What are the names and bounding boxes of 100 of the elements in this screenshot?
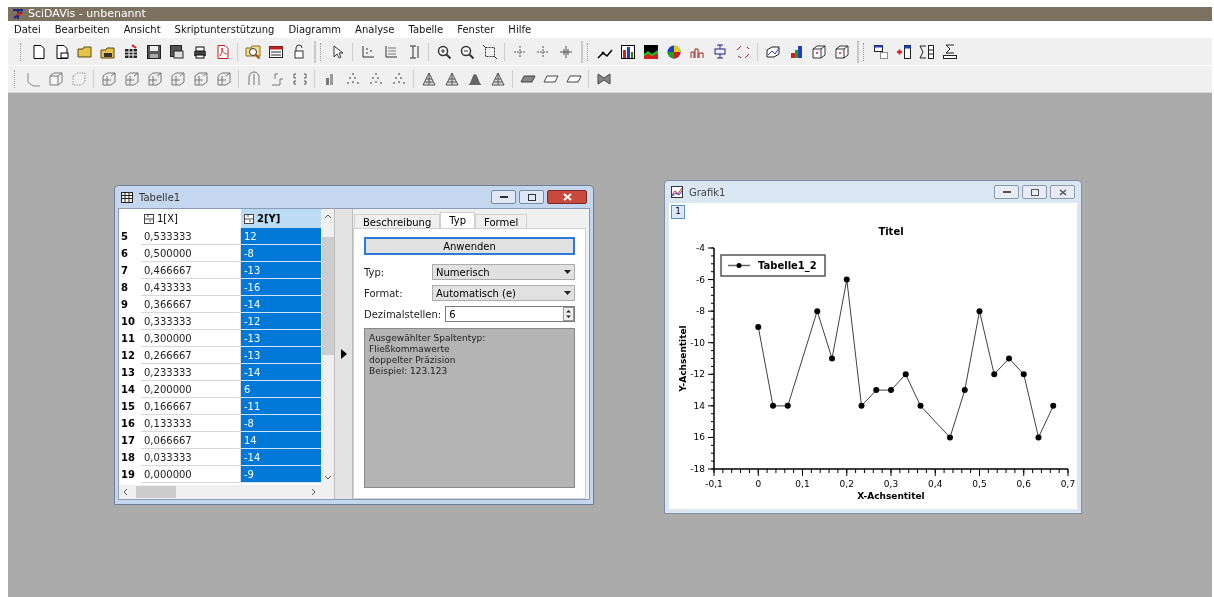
layer-button[interactable]: 1 [671, 205, 685, 219]
grid-cube-icon[interactable] [146, 71, 163, 87]
table-cell[interactable]: 6 [241, 381, 321, 398]
arch-icon[interactable] [245, 71, 262, 87]
table-cell[interactable]: -11 [241, 398, 321, 415]
table-cell[interactable]: -8 [241, 415, 321, 432]
table-cell[interactable]: 0,033333 [141, 449, 241, 466]
crosshair-icon[interactable] [557, 43, 574, 60]
window-icon[interactable] [267, 43, 284, 60]
table-cell[interactable]: 0,533333 [141, 228, 241, 245]
menu-item[interactable]: Bearbeiten [54, 22, 110, 37]
menu-item[interactable]: Analyse [355, 22, 395, 37]
grid-cube-icon[interactable] [169, 71, 186, 87]
scatter-icon[interactable] [344, 71, 361, 87]
zoom-out-icon[interactable] [458, 43, 475, 60]
table-cell[interactable]: 0,233333 [141, 364, 241, 381]
grid-cube-icon[interactable] [100, 71, 117, 87]
table-cell[interactable]: -9 [241, 466, 321, 483]
mesh-icon[interactable] [420, 71, 437, 87]
minimize-button[interactable] [994, 185, 1019, 199]
cube-icon[interactable] [47, 71, 64, 87]
table-cell[interactable]: 0,333333 [141, 313, 241, 330]
spin-arrows-icon[interactable] [563, 307, 574, 321]
table-cell[interactable]: 12 [241, 228, 321, 245]
menu-item[interactable]: Tabelle [408, 22, 444, 37]
dropdown[interactable]: Automatisch (e) [432, 285, 575, 301]
maximize-button[interactable] [1022, 185, 1047, 199]
table-cell[interactable]: -8 [241, 245, 321, 262]
menu-item[interactable]: Skriptunterstützung [174, 22, 275, 37]
cube-icon[interactable] [810, 43, 827, 60]
menu-item[interactable]: Fenster [457, 22, 495, 37]
mesh-icon[interactable] [489, 71, 506, 87]
save-as-icon[interactable] [168, 43, 185, 60]
new-document-icon[interactable] [53, 43, 70, 60]
document-icon[interactable] [30, 43, 47, 60]
mesh-icon[interactable] [443, 71, 460, 87]
table-cell[interactable]: 0,166667 [141, 398, 241, 415]
tab[interactable]: Beschreibung [354, 214, 441, 228]
table-cell[interactable]: 0,266667 [141, 347, 241, 364]
pdf-icon[interactable] [214, 43, 231, 60]
tab[interactable]: Typ [440, 212, 476, 228]
pie-chart-icon[interactable] [665, 43, 682, 60]
sum-column-icon[interactable] [918, 43, 935, 60]
close-button[interactable] [547, 190, 587, 204]
table-cell[interactable]: 0,200000 [141, 381, 241, 398]
tab[interactable]: Formel [475, 214, 528, 228]
grid-cube-icon[interactable] [123, 71, 140, 87]
vectors-icon[interactable] [734, 43, 751, 60]
table-cell[interactable]: -13 [241, 330, 321, 347]
table-cell[interactable]: -12 [241, 313, 321, 330]
scrollbar-thumb[interactable] [136, 486, 176, 498]
scatter-icon[interactable] [390, 71, 407, 87]
table-cell[interactable]: -14 [241, 449, 321, 466]
table-cell[interactable]: 0,066667 [141, 432, 241, 449]
table-cell[interactable]: 0,466667 [141, 262, 241, 279]
zoom-in-icon[interactable] [435, 43, 452, 60]
printer-icon[interactable] [191, 43, 208, 60]
table-cell[interactable]: 0,433333 [141, 279, 241, 296]
rescale-icon[interactable] [481, 43, 498, 60]
shape-icon[interactable] [595, 71, 612, 87]
table-cell[interactable]: -16 [241, 279, 321, 296]
box-plot-icon[interactable] [711, 43, 728, 60]
minimize-button[interactable] [491, 190, 516, 204]
scatter-icon[interactable] [367, 71, 384, 87]
vertical-scrollbar[interactable] [321, 209, 334, 485]
close-button[interactable] [1050, 185, 1075, 199]
table-cell[interactable]: -14 [241, 296, 321, 313]
expand-arrow-icon[interactable] [340, 349, 347, 359]
menu-item[interactable]: Hilfe [508, 22, 532, 37]
3d-chart-icon[interactable] [764, 43, 781, 60]
table-icon[interactable] [872, 43, 889, 60]
table-cell[interactable]: 14 [241, 432, 321, 449]
folder-search-icon[interactable] [244, 43, 261, 60]
sum-row-icon[interactable] [941, 43, 958, 60]
table-cell[interactable]: -13 [241, 347, 321, 364]
table-cell[interactable]: 0,500000 [141, 245, 241, 262]
area-chart-icon[interactable] [642, 43, 659, 60]
spreadsheet-icon[interactable] [122, 43, 139, 60]
spin-box[interactable]: 6 [445, 306, 575, 322]
apply-button[interactable]: Anwenden [364, 237, 575, 255]
horizontal-scrollbar[interactable] [119, 485, 334, 499]
cube-icon[interactable] [833, 43, 850, 60]
add-column-icon[interactable] [895, 43, 912, 60]
bar-chart-icon[interactable] [619, 43, 636, 60]
table-cell[interactable]: 0,133333 [141, 415, 241, 432]
column-header[interactable]: 2[Y] [241, 209, 321, 228]
maximize-button[interactable] [519, 190, 544, 204]
table-cell[interactable]: -14 [241, 364, 321, 381]
table-cell[interactable]: 0,000000 [141, 466, 241, 483]
dropdown[interactable]: Numerisch [432, 264, 575, 280]
grid-cube-icon[interactable] [192, 71, 209, 87]
menu-item[interactable]: Ansicht [123, 22, 161, 37]
splitter-handle[interactable] [334, 209, 353, 499]
table-cell[interactable]: -13 [241, 262, 321, 279]
scrollbar-thumb[interactable] [321, 237, 334, 355]
table-cell[interactable]: 0,300000 [141, 330, 241, 347]
brackets-icon[interactable] [291, 71, 308, 87]
menu-item[interactable]: Datei [14, 22, 41, 37]
table-cell[interactable]: 0,366667 [141, 296, 241, 313]
surface-icon[interactable] [466, 71, 483, 87]
